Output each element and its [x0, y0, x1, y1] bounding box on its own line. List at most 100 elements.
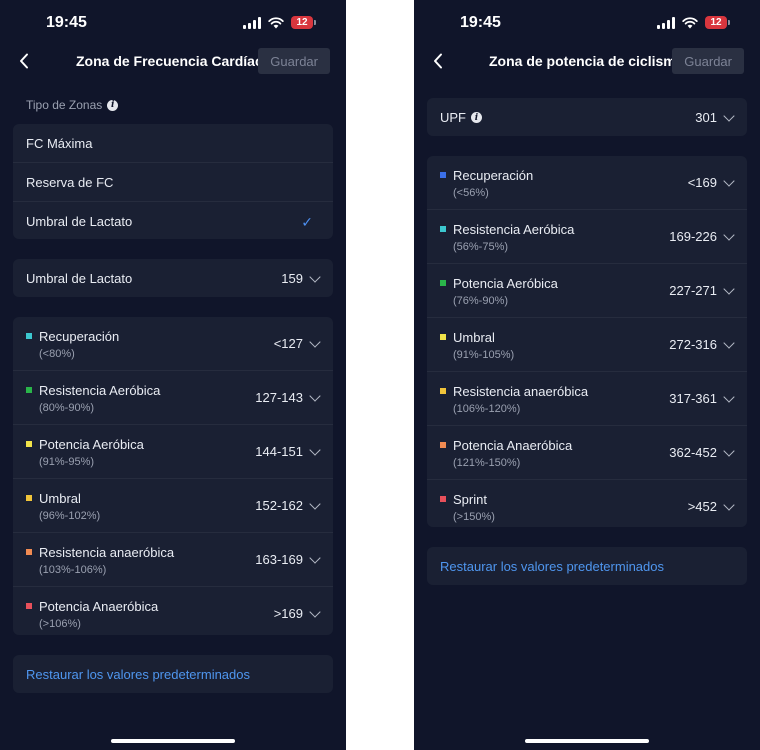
zone-value[interactable]: 152-162	[255, 497, 321, 513]
status-time: 19:45	[46, 14, 87, 31]
save-button[interactable]: Guardar	[258, 48, 330, 74]
zone-row[interactable]: Umbral (91%-105%) 272-316	[427, 318, 747, 372]
zone-row[interactable]: Umbral (96%-102%) 152-162	[13, 479, 333, 533]
restore-defaults-button[interactable]: Restaurar los valores predeterminados	[13, 655, 333, 693]
zone-name: Recuperación	[39, 329, 120, 344]
zone-color-swatch	[26, 549, 32, 555]
zone-name: Sprint	[453, 492, 487, 507]
status-time: 19:45	[460, 14, 501, 31]
zone-value[interactable]: 227-271	[669, 282, 735, 298]
zone-range: (>106%)	[39, 618, 81, 630]
info-icon[interactable]: i	[107, 99, 119, 111]
zone-type-label-text: Tipo de Zonas	[26, 98, 103, 112]
chevron-down-icon	[309, 335, 321, 348]
zone-value[interactable]: 272-316	[669, 336, 735, 352]
battery-icon: 12	[291, 16, 316, 29]
hr-zones-list: Recuperación (<80%) <127 Resistencia Aer…	[13, 317, 333, 635]
zone-color-swatch	[440, 172, 446, 178]
zone-row[interactable]: Recuperación (<80%) <127	[13, 317, 333, 371]
home-indicator	[111, 739, 235, 743]
restore-defaults-button[interactable]: Restaurar los valores predeterminados	[427, 547, 747, 585]
zone-value[interactable]: <127	[273, 335, 321, 351]
zone-row[interactable]: Resistencia anaeróbica (103%-106%) 163-1…	[13, 533, 333, 587]
zone-type-label: Tipo de Zonas i	[26, 98, 119, 112]
zone-color-swatch	[440, 280, 446, 286]
save-button[interactable]: Guardar	[672, 48, 744, 74]
zone-value[interactable]: >169	[274, 605, 321, 621]
status-icons: 12	[243, 16, 316, 29]
zone-row[interactable]: Potencia Aeróbica (91%-95%) 144-151	[13, 425, 333, 479]
zone-value[interactable]: 362-452	[669, 444, 735, 460]
zone-color-swatch	[26, 333, 32, 339]
zone-row[interactable]: Sprint (>150%) >452	[427, 480, 747, 533]
zone-value[interactable]: <169	[688, 174, 735, 190]
zone-value[interactable]: >452	[687, 498, 735, 514]
chevron-down-icon	[723, 109, 735, 122]
zone-value-text: 272-316	[669, 337, 717, 352]
zone-color-swatch	[26, 387, 32, 393]
zone-range: (<56%)	[453, 187, 489, 199]
lactate-threshold-row[interactable]: Umbral de Lactato 159	[13, 259, 333, 297]
zone-name: Potencia Aeróbica	[39, 437, 144, 452]
zone-name: Potencia Aeróbica	[453, 276, 558, 291]
zone-row[interactable]: Recuperación (<56%) <169	[427, 156, 747, 210]
zone-value-text: 317-361	[669, 391, 717, 406]
back-button[interactable]	[428, 50, 448, 72]
signal-icon	[657, 16, 675, 29]
zone-row[interactable]: Resistencia anaeróbica (106%-120%) 317-3…	[427, 372, 747, 426]
zone-name: Umbral	[453, 330, 495, 345]
nav-bar: Zona de potencia de ciclismo Guardar	[414, 48, 760, 74]
zone-name: Resistencia Aeróbica	[453, 222, 575, 237]
battery-icon: 12	[705, 16, 730, 29]
chevron-down-icon	[723, 282, 735, 295]
chevron-down-icon	[309, 270, 321, 283]
zone-value-text: 163-169	[255, 552, 303, 567]
zone-value[interactable]: 127-143	[255, 389, 321, 405]
zone-value[interactable]: 144-151	[255, 443, 321, 459]
zone-row[interactable]: Resistencia Aeróbica (80%-90%) 127-143	[13, 371, 333, 425]
zone-color-swatch	[440, 442, 446, 448]
zone-name: Potencia Anaeróbica	[39, 599, 159, 614]
upf-row[interactable]: UPF i 301	[427, 98, 747, 136]
chevron-down-icon	[723, 390, 735, 403]
zone-value[interactable]: 317-361	[669, 390, 735, 406]
chevron-left-icon	[20, 53, 28, 69]
zone-name: Umbral	[39, 491, 81, 506]
restore-defaults-label: Restaurar los valores predeterminados	[440, 559, 664, 574]
zone-value-text: 169-226	[669, 229, 717, 244]
page-title: Zona de Frecuencia Cardíaca	[76, 53, 271, 69]
zone-value[interactable]: 163-169	[255, 551, 321, 567]
back-button[interactable]	[14, 50, 34, 72]
zone-range: (76%-90%)	[453, 295, 509, 307]
zone-range: (91%-105%)	[453, 349, 515, 361]
zone-row[interactable]: Potencia Aeróbica (76%-90%) 227-271	[427, 264, 747, 318]
chevron-down-icon	[309, 389, 321, 402]
zone-value-text: >452	[687, 499, 717, 514]
upf-label-text: UPF	[440, 110, 466, 125]
zone-range: (56%-75%)	[453, 241, 509, 253]
battery-level: 12	[705, 16, 727, 29]
zone-value[interactable]: 169-226	[669, 228, 735, 244]
zone-type-option-fc-reserve[interactable]: Reserva de FC	[13, 163, 333, 202]
chevron-down-icon	[723, 444, 735, 457]
info-icon[interactable]: i	[471, 112, 482, 123]
lactate-threshold-value[interactable]: 159	[281, 270, 321, 286]
lactate-threshold-number: 159	[281, 271, 303, 286]
zone-value-text: 127-143	[255, 390, 303, 405]
zone-range: (>150%)	[453, 511, 495, 523]
zone-type-option-lactate[interactable]: Umbral de Lactato ✓	[13, 202, 333, 240]
zone-range: (96%-102%)	[39, 510, 101, 522]
zone-value-text: <127	[273, 336, 303, 351]
chevron-down-icon	[723, 336, 735, 349]
zone-range: (<80%)	[39, 348, 75, 360]
page-title: Zona de potencia de ciclismo	[489, 53, 685, 69]
zone-type-option-fc-max[interactable]: FC Máxima	[13, 124, 333, 163]
zone-row[interactable]: Resistencia Aeróbica (56%-75%) 169-226	[427, 210, 747, 264]
zone-type-option-label: FC Máxima	[26, 136, 93, 151]
zone-range: (80%-90%)	[39, 402, 95, 414]
zone-name: Recuperación	[453, 168, 534, 183]
zone-row[interactable]: Potencia Anaeróbica (>106%) >169	[13, 587, 333, 640]
zone-row[interactable]: Potencia Anaeróbica (121%-150%) 362-452	[427, 426, 747, 480]
upf-value[interactable]: 301	[695, 109, 735, 125]
power-zone-screen: 19:45 12 Zona de potencia de ciclismo Gu…	[414, 0, 760, 750]
